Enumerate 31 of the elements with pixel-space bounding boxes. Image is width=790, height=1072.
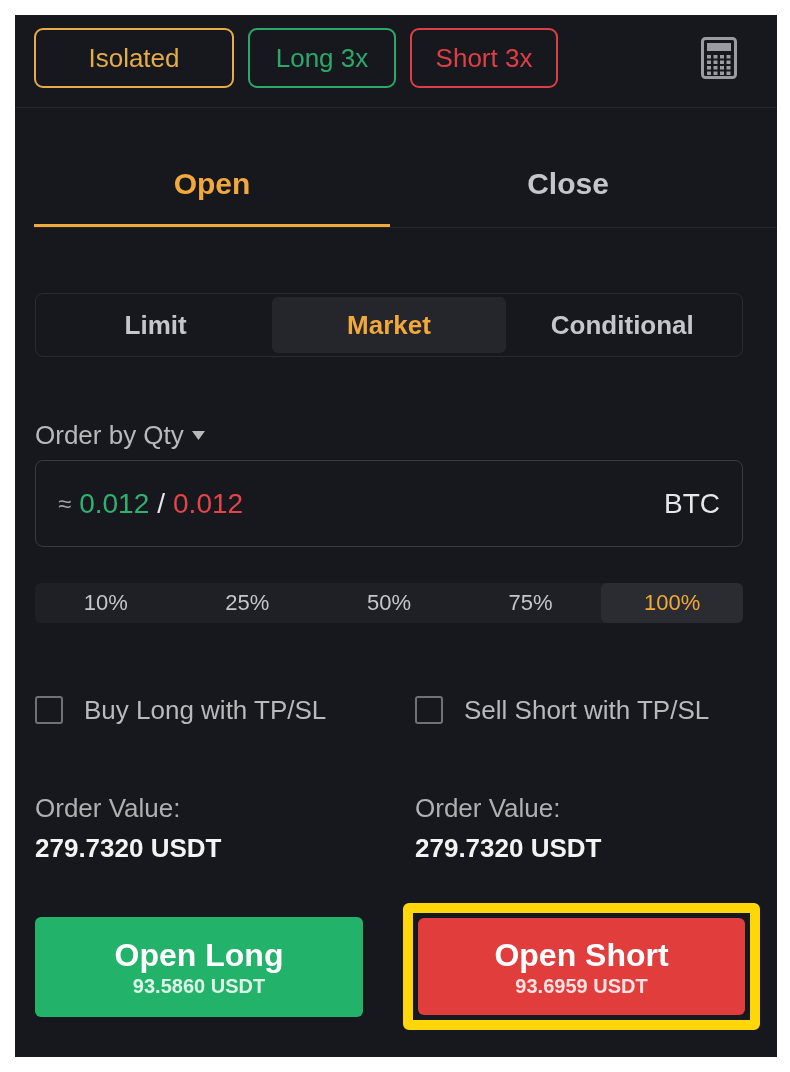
order-value-amount: 279.7320 USDT	[415, 832, 603, 864]
percentage-option[interactable]: 100%	[601, 583, 743, 623]
order-type-option[interactable]: Market	[272, 297, 506, 353]
unit-label: BTC	[664, 487, 720, 520]
checkbox-label[interactable]: Sell Short with TP/SL	[464, 694, 710, 726]
order-value-label: Order Value:	[415, 792, 562, 824]
order-mode-dropdown[interactable]: Order by Qty	[35, 419, 205, 451]
short-quantity: 0.012	[173, 487, 244, 520]
tab[interactable]: Close	[390, 108, 746, 227]
order-type-option[interactable]: Limit	[39, 297, 273, 353]
checkbox-label[interactable]: Buy Long with TP/SL	[84, 694, 327, 726]
checkbox[interactable]	[415, 696, 443, 724]
percentage-option[interactable]: 50%	[318, 583, 460, 623]
approx-sign: ≈	[58, 489, 72, 518]
checkbox[interactable]	[35, 696, 63, 724]
percentage-option[interactable]: 25%	[176, 583, 319, 623]
order-value-label: Order Value:	[35, 792, 182, 824]
percentage-option[interactable]: 10%	[35, 583, 177, 623]
margin-mode-button[interactable]: Isolated	[34, 28, 234, 88]
order-value-amount: 279.7320 USDT	[35, 832, 223, 864]
leverage-button[interactable]: Long 3x	[248, 28, 396, 88]
order-type-option[interactable]: Conditional	[505, 297, 739, 353]
caret-icon	[191, 430, 205, 440]
quantity-separator: /	[157, 487, 166, 520]
percentage-option[interactable]: 75%	[459, 583, 602, 623]
tab[interactable]: Open	[34, 108, 390, 227]
calculator-icon[interactable]	[701, 37, 737, 79]
open-short-button[interactable]: Open Short 93.6959 USDT	[418, 918, 745, 1015]
long-quantity: 0.012	[79, 487, 150, 520]
quantity-field[interactable]: ≈ 0.012 / 0.012 BTC	[35, 460, 743, 547]
leverage-button[interactable]: Short 3x	[410, 28, 558, 88]
